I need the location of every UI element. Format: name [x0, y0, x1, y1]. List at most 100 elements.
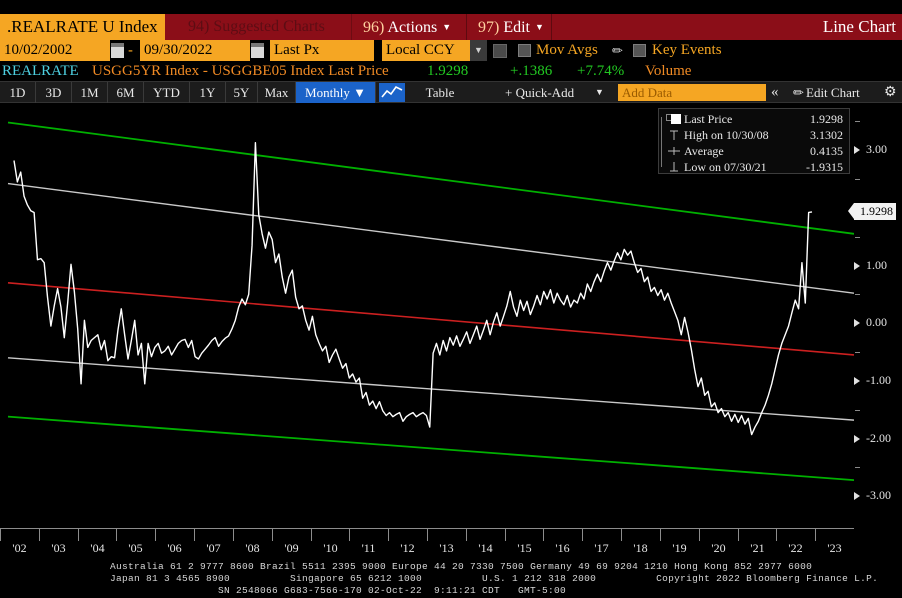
- legend-row[interactable]: High on 10/30/08 3.1302: [662, 127, 845, 143]
- channel-line-upper-band-1: [7, 182, 854, 294]
- channel-line-regression: [7, 282, 854, 356]
- price-field-input[interactable]: Last Px: [270, 40, 374, 61]
- legend-row[interactable]: Low on 07/30/21 -1.9315: [662, 159, 845, 175]
- chart-options-button[interactable]: [493, 44, 507, 58]
- x-tick-separator: [776, 528, 777, 541]
- edit-chart-button[interactable]: Edit Chart: [806, 82, 860, 103]
- line-chart-glyph: [381, 85, 403, 98]
- range-button-max[interactable]: Max: [258, 82, 296, 103]
- low-marker-glyph: [670, 162, 678, 172]
- x-tick-separator: [388, 528, 389, 541]
- menu-item-suggested-charts: 94) Suggested Charts: [180, 14, 352, 40]
- y-minor-tick: [855, 294, 860, 296]
- range-button-5y[interactable]: 5Y: [226, 82, 258, 103]
- y-tick-marker: [854, 261, 860, 270]
- y-tick-label: 1.00: [866, 257, 887, 272]
- x-tick-label: '16: [555, 541, 570, 555]
- currency-input[interactable]: Local CCY: [382, 40, 470, 61]
- chevron-down-icon: ▼: [442, 22, 452, 32]
- x-tick-separator: [505, 528, 506, 541]
- menu-item-number: 96): [363, 19, 388, 36]
- y-tick-marker: [854, 376, 860, 385]
- x-tick-label: '10: [323, 541, 338, 555]
- menu-item-edit[interactable]: 97) Edit ▼: [470, 14, 552, 40]
- legend-value: 1.9298: [810, 112, 843, 126]
- frequency-label: Monthly: [305, 85, 350, 100]
- x-tick-separator: [311, 528, 312, 541]
- x-tick-label: '23: [827, 541, 842, 555]
- footer-line-3: SN 2548066 G683-7566-170 02-Oct-22 9:11:…: [218, 585, 567, 596]
- x-tick-label: '20: [711, 541, 726, 555]
- x-tick-separator: [0, 528, 1, 541]
- y-minor-tick: [855, 409, 860, 411]
- range-button-1d[interactable]: 1D: [0, 82, 36, 103]
- high-marker-glyph: [670, 130, 678, 140]
- legend-marker-high: [666, 127, 682, 143]
- menu-item-number: 94): [188, 18, 214, 35]
- mov-avgs-edit-icon[interactable]: ✏: [612, 44, 626, 57]
- price-change: +.1386: [510, 63, 553, 79]
- range-button-1y[interactable]: 1Y: [190, 82, 226, 103]
- y-tick-label: -2.00: [866, 430, 891, 445]
- table-button[interactable]: Table: [408, 82, 472, 103]
- quick-add-button[interactable]: + Quick-Add: [505, 82, 574, 103]
- start-date-calendar-icon[interactable]: [111, 43, 124, 58]
- legend-color-swatch: [671, 114, 681, 124]
- x-tick-separator: [272, 528, 273, 541]
- add-data-input[interactable]: Add Data: [618, 84, 766, 101]
- end-date-input[interactable]: 09/30/2022: [140, 40, 250, 61]
- menu-item-actions[interactable]: 96) Actions ▼: [355, 14, 467, 40]
- legend-row[interactable]: Average 0.4135: [662, 143, 845, 159]
- x-tick-separator: [815, 528, 816, 541]
- range-button-3d[interactable]: 3D: [36, 82, 72, 103]
- y-tick-label: -3.00: [866, 488, 891, 503]
- mov-avgs-checkbox[interactable]: [518, 44, 531, 57]
- security-info-bar: REALRATE USGG5YR Index - USGGBE05 Index …: [0, 61, 902, 81]
- last-price-axis-tag: 1.9298: [848, 203, 896, 221]
- legend-marker-low: [666, 159, 682, 175]
- x-tick-label: '05: [128, 541, 143, 555]
- legend-label: Average: [684, 144, 724, 158]
- menu-item-number: 97): [478, 19, 504, 36]
- edit-chart-pencil-icon[interactable]: ✏: [793, 82, 804, 103]
- range-button-1m[interactable]: 1M: [72, 82, 108, 103]
- y-minor-tick: [855, 352, 860, 354]
- end-date-calendar-icon[interactable]: [251, 43, 264, 58]
- quick-add-chevron-icon[interactable]: ▼: [595, 82, 604, 103]
- key-events-checkbox[interactable]: [633, 44, 646, 57]
- x-tick-label: '19: [672, 541, 687, 555]
- range-button-ytd[interactable]: YTD: [144, 82, 190, 103]
- x-tick-label: '15: [517, 541, 532, 555]
- ticker-field[interactable]: .REALRATE U Index: [0, 14, 165, 40]
- x-tick-separator: [116, 528, 117, 541]
- x-axis: '02 '03 '04 '05 '06 '07 '08 '09 '10 '11 '12 '13 '14 '…: [0, 528, 854, 560]
- range-button-6m[interactable]: 6M: [108, 82, 144, 103]
- currency-dropdown-icon[interactable]: ▼: [470, 40, 487, 61]
- x-tick-separator: [427, 528, 428, 541]
- x-tick-separator: [233, 528, 234, 541]
- y-minor-tick: [855, 121, 860, 123]
- key-events-label[interactable]: Key Events: [652, 40, 722, 61]
- line-chart-icon[interactable]: [379, 83, 405, 102]
- chart-type-label: Line Chart: [822, 17, 896, 36]
- footer-line-2: Japan 81 3 4565 8900 Singapore 65 6212 1…: [110, 573, 879, 584]
- gear-icon[interactable]: ⚙: [884, 82, 897, 103]
- date-range-separator: -: [128, 42, 133, 59]
- x-tick-label: '22: [788, 541, 803, 555]
- y-tick-marker: [854, 434, 860, 443]
- top-menu-bar: .REALRATE U Index 94) Suggested Charts 96…: [0, 14, 902, 40]
- start-date-input[interactable]: 10/02/2002: [0, 40, 110, 61]
- legend-row[interactable]: Last Price 1.9298: [662, 111, 845, 127]
- frequency-selector[interactable]: Monthly ▼: [296, 82, 376, 103]
- menu-item-label: Edit: [503, 19, 530, 36]
- legend-marker-swatch: [666, 111, 682, 127]
- chart-legend[interactable]: Last Price 1.9298 High on 10/30/08 3.1302 Av…: [658, 108, 850, 174]
- x-tick-label: '07: [206, 541, 221, 555]
- field-bar: 10/02/2002 - 09/30/2022 Last Px Local CC…: [0, 40, 902, 61]
- menu-item-label: Suggested Charts: [213, 18, 325, 35]
- x-tick-label: '18: [633, 541, 648, 555]
- mov-avgs-label[interactable]: Mov Avgs: [536, 40, 598, 61]
- menu-item-label: Actions: [387, 19, 438, 36]
- x-tick-label: '21: [750, 541, 765, 555]
- collapse-icon[interactable]: «: [771, 82, 779, 103]
